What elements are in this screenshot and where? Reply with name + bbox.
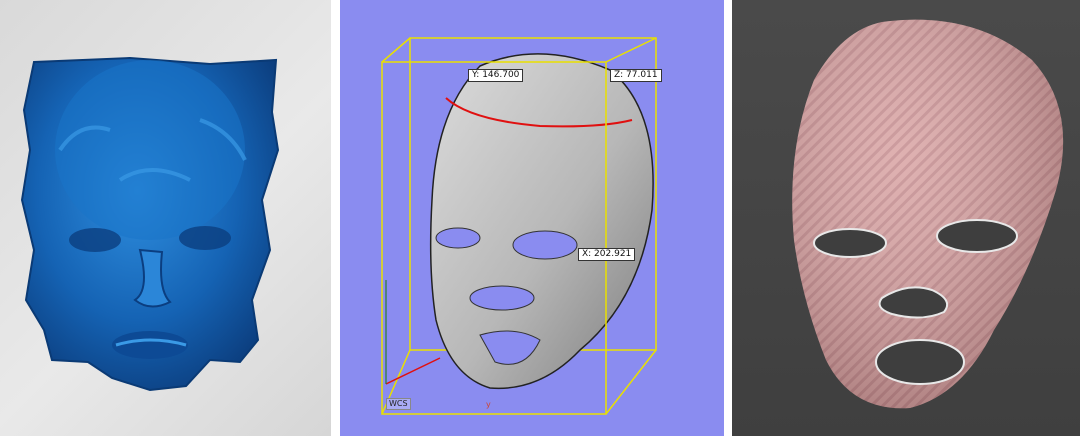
dimension-z-label: Z: 77.011 [610, 69, 662, 82]
dimension-x-label: X: 202.921 [578, 248, 636, 261]
axis-label: y [486, 400, 491, 409]
coordinate-system-label: WCS [386, 398, 411, 410]
cad-panel: Y: 146.700 Z: 77.011 X: 202.921 WCS y [340, 0, 724, 436]
render-panel [732, 0, 1080, 436]
x-axis-line [385, 357, 441, 385]
dimension-y-label: Y: 146.700 [468, 69, 524, 82]
face-scan-image [20, 56, 280, 392]
face-mask-render [792, 19, 1064, 409]
scan-panel [0, 0, 331, 436]
face-mask-cad-model [381, 37, 657, 415]
